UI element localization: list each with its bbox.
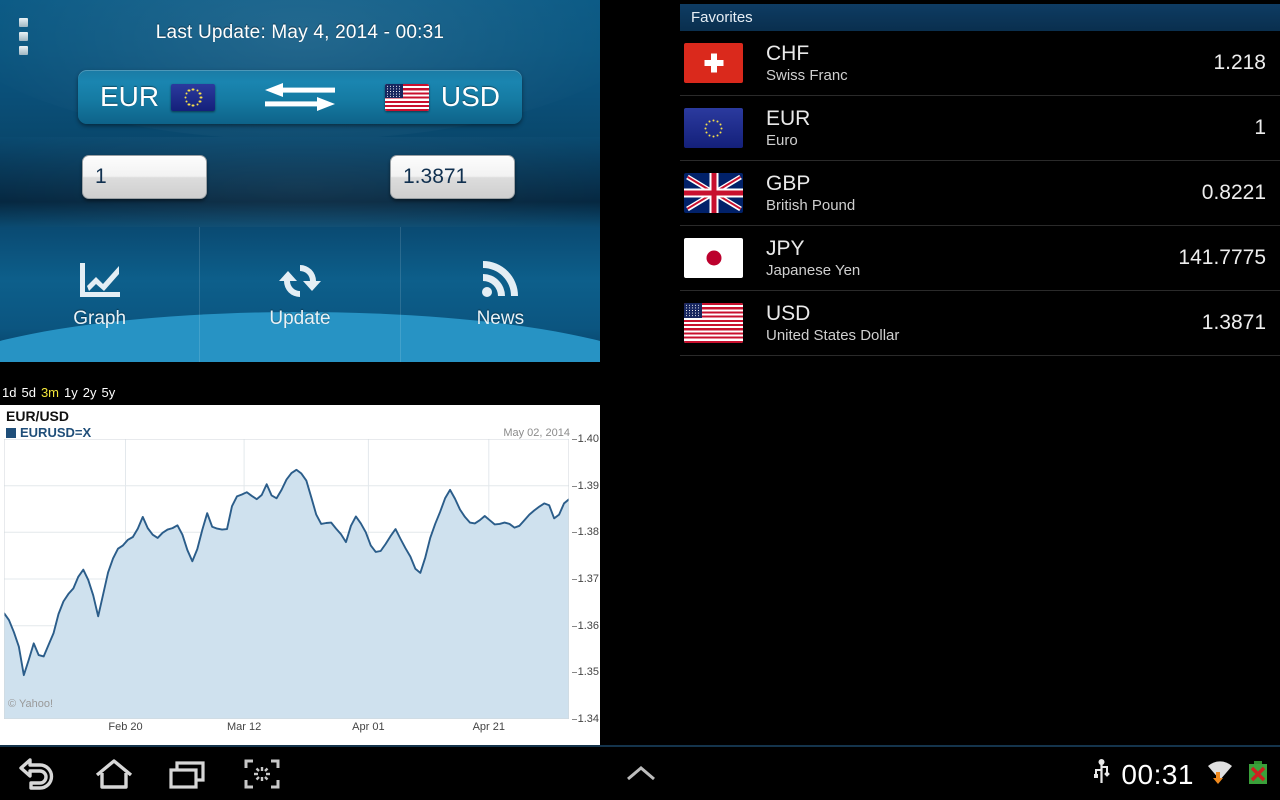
eu-stars bbox=[184, 88, 203, 107]
legend-swatch bbox=[6, 427, 16, 438]
y-tick-label: 1.34 bbox=[571, 713, 599, 725]
update-button[interactable]: Update bbox=[200, 227, 401, 362]
eu-flag-icon bbox=[171, 83, 216, 111]
range-option-1y[interactable]: 1y bbox=[64, 385, 78, 400]
graph-icon bbox=[76, 259, 124, 303]
us-flag-icon bbox=[684, 303, 743, 343]
news-label: News bbox=[476, 308, 525, 329]
chart-plot-area bbox=[3, 438, 570, 720]
favorite-text: JPY Japanese Yen bbox=[766, 236, 860, 280]
favorite-row-eur[interactable]: EUR Euro 1 bbox=[680, 96, 1280, 161]
us-flag-icon bbox=[384, 83, 429, 111]
action-buttons: Graph Update News bbox=[0, 227, 600, 362]
legend-label: EURUSD=X bbox=[20, 425, 92, 440]
y-tick-label: 1.36 bbox=[571, 619, 599, 632]
chevron-up-icon[interactable] bbox=[622, 757, 660, 796]
from-currency-code: EUR bbox=[100, 81, 160, 112]
gb-flag-icon bbox=[684, 173, 743, 213]
range-option-5d[interactable]: 5d bbox=[21, 385, 35, 400]
favorite-row-chf[interactable]: CHF Swiss Franc 1.218 bbox=[680, 31, 1280, 96]
usb-icon[interactable] bbox=[1093, 758, 1111, 791]
favorite-name: Swiss Franc bbox=[766, 67, 848, 84]
x-tick-label: Feb 20 bbox=[108, 721, 143, 733]
chart-date-annotation: May 02, 2014 bbox=[503, 427, 570, 439]
favorite-row-usd[interactable]: USD United States Dollar 1.3871 bbox=[680, 291, 1280, 356]
chart-watermark: © Yahoo! bbox=[8, 698, 54, 710]
system-clock: 00:31 bbox=[1121, 758, 1194, 790]
converter-header: Last Update: May 4, 2014 - 00:31 EUR USD bbox=[0, 0, 600, 137]
favorite-name: British Pound bbox=[766, 197, 856, 214]
favorite-code: EUR bbox=[766, 107, 811, 130]
recent-apps-icon[interactable] bbox=[167, 757, 209, 796]
favorite-value: 141.7775 bbox=[1178, 246, 1266, 269]
favorite-value: 0.8221 bbox=[1201, 181, 1266, 204]
app-screen: Last Update: May 4, 2014 - 00:31 EUR USD… bbox=[0, 0, 1280, 800]
chart-card[interactable]: EUR/USD EURUSD=X May 02, 2014 1.40 1.39 1.… bbox=[0, 405, 600, 745]
favorite-name: Japanese Yen bbox=[766, 262, 861, 279]
refresh-icon bbox=[276, 259, 324, 303]
y-tick-label: 1.35 bbox=[571, 666, 599, 679]
update-label: Update bbox=[269, 308, 331, 329]
screenshot-icon[interactable] bbox=[243, 757, 281, 796]
to-currency-code: USD bbox=[440, 81, 500, 112]
graph-button[interactable]: Graph bbox=[0, 227, 201, 362]
chart-x-axis: Feb 20 Mar 12 Apr 01 Apr 21 bbox=[4, 721, 569, 739]
range-option-3m[interactable]: 3m bbox=[41, 385, 59, 400]
jp-flag-icon bbox=[684, 238, 743, 278]
favorite-value: 1 bbox=[1254, 116, 1266, 139]
news-button[interactable]: News bbox=[401, 227, 600, 362]
y-tick-label: 1.40 bbox=[571, 433, 599, 445]
favorite-text: USD United States Dollar bbox=[766, 301, 899, 345]
favorites-header: Favorites bbox=[680, 4, 1280, 31]
y-tick-label: 1.39 bbox=[571, 479, 599, 492]
favorite-row-jpy[interactable]: JPY Japanese Yen 141.7775 bbox=[680, 226, 1280, 291]
eu-flag-icon bbox=[684, 108, 743, 148]
to-amount-input[interactable]: 1.3871 bbox=[390, 155, 515, 199]
rss-icon bbox=[476, 259, 524, 303]
favorite-text: CHF Swiss Franc bbox=[766, 41, 848, 85]
favorite-code: CHF bbox=[766, 42, 810, 65]
graph-label: Graph bbox=[73, 308, 127, 329]
chart-title: EUR/USD bbox=[6, 408, 70, 424]
x-tick-label: Apr 01 bbox=[352, 721, 385, 733]
favorites-panel: Favorites CHF Swiss Franc 1.218 EUR Euro 1 GBP… bbox=[600, 0, 1280, 745]
favorite-name: United States Dollar bbox=[766, 327, 900, 344]
favorite-code: USD bbox=[766, 302, 811, 325]
status-icons: 00:31 bbox=[1093, 747, 1270, 800]
chart-legend: EURUSD=X bbox=[6, 425, 91, 440]
converter-panel: Last Update: May 4, 2014 - 00:31 EUR USD… bbox=[0, 0, 600, 745]
chart-range-selector[interactable]: 1d 5d 3m 1y 2y 5y bbox=[0, 385, 600, 403]
chart-y-axis: 1.40 1.39 1.38 1.37 1.36 1.35 1.34 bbox=[570, 433, 600, 725]
range-option-5y[interactable]: 5y bbox=[101, 385, 115, 400]
last-update-label: Last Update: May 4, 2014 - 00:31 bbox=[155, 22, 445, 43]
range-option-1d[interactable]: 1d bbox=[2, 385, 16, 400]
amount-row: 1 1.3871 bbox=[0, 137, 600, 227]
home-icon[interactable] bbox=[93, 757, 135, 796]
favorite-value: 1.3871 bbox=[1201, 311, 1266, 334]
favorite-code: GBP bbox=[766, 172, 811, 195]
from-amount-input[interactable]: 1 bbox=[82, 155, 207, 199]
range-option-2y[interactable]: 2y bbox=[83, 385, 97, 400]
favorite-text: GBP British Pound bbox=[766, 171, 855, 215]
y-tick-label: 1.37 bbox=[571, 573, 599, 585]
y-tick-label: 1.38 bbox=[571, 526, 599, 539]
x-tick-label: Mar 12 bbox=[226, 721, 262, 733]
favorite-row-gbp[interactable]: GBP British Pound 0.8221 bbox=[680, 161, 1280, 226]
swap-arrows-icon[interactable] bbox=[215, 80, 385, 114]
android-system-bar: 00:31 bbox=[0, 745, 1280, 800]
ch-flag-icon bbox=[684, 43, 743, 83]
wifi-icon[interactable] bbox=[1205, 758, 1235, 791]
favorite-code: JPY bbox=[766, 237, 805, 260]
favorite-text: EUR Euro bbox=[766, 106, 810, 150]
favorite-name: Euro bbox=[766, 132, 798, 149]
back-icon[interactable] bbox=[18, 757, 60, 796]
currency-pair-selector[interactable]: EUR USD bbox=[78, 70, 522, 124]
favorite-value: 1.218 bbox=[1213, 51, 1266, 74]
battery-error-icon[interactable] bbox=[1246, 758, 1270, 791]
x-tick-label: Apr 21 bbox=[472, 721, 506, 733]
favorites-list: CHF Swiss Franc 1.218 EUR Euro 1 GBP British Po… bbox=[680, 31, 1280, 356]
